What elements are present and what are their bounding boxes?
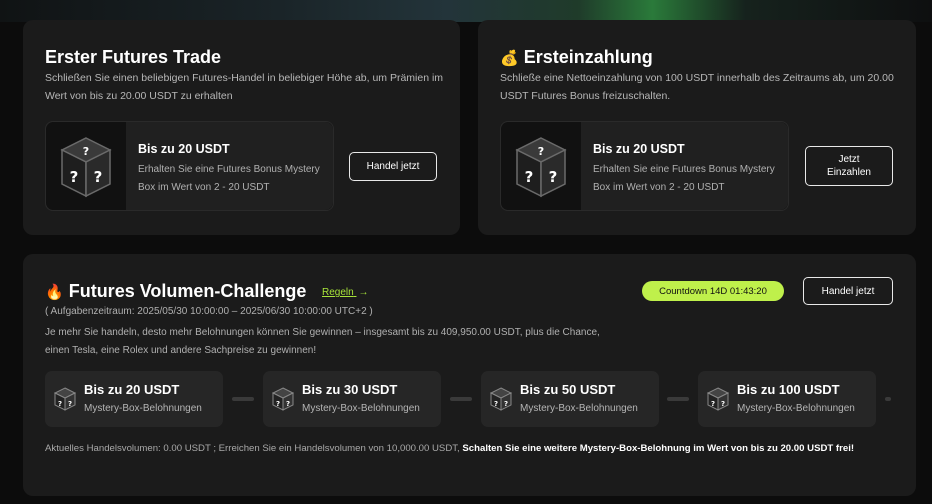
tier-connector bbox=[885, 397, 891, 401]
money-bag-icon: 💰 bbox=[500, 49, 519, 67]
first-deposit-card: 💰 Ersteinzahlung Schließe eine Nettoeinz… bbox=[478, 20, 916, 235]
trading-volume-text: Aktuelles Handelsvolumen: 0.00 USDT ; Er… bbox=[45, 443, 460, 454]
svg-text:?: ? bbox=[549, 168, 558, 186]
first-trade-reward-subtitle: Erhalten Sie eine Futures Bonus Mystery … bbox=[138, 164, 320, 193]
first-trade-title: Erster Futures Trade bbox=[45, 47, 222, 67]
volume-challenge-description: Je mehr Sie handeln, desto mehr Belohnun… bbox=[45, 327, 600, 356]
tier-card: ? ? Bis zu 20 USDT Mystery-Box-Belohnung… bbox=[45, 371, 223, 427]
svg-text:?: ? bbox=[58, 400, 62, 408]
svg-text:?: ? bbox=[538, 145, 544, 158]
svg-text:?: ? bbox=[721, 400, 725, 408]
first-trade-reward-title: Bis zu 20 USDT bbox=[138, 142, 230, 156]
tier-card: ? ? Bis zu 100 USDT Mystery-Box-Belohnun… bbox=[698, 371, 876, 427]
volume-challenge-title: Futures Volumen-Challenge bbox=[68, 281, 307, 301]
svg-text:?: ? bbox=[286, 400, 290, 408]
tier-subtitle: Mystery-Box-Belohnungen bbox=[302, 403, 420, 414]
hero-banner-strip bbox=[0, 0, 932, 22]
mystery-box-icon: ? ? ? bbox=[46, 122, 126, 210]
tier-subtitle: Mystery-Box-Belohnungen bbox=[520, 403, 638, 414]
fire-icon: 🔥 bbox=[45, 283, 64, 301]
challenge-trade-now-button[interactable]: Handel jetzt bbox=[803, 277, 893, 305]
first-trade-trade-now-button[interactable]: Handel jetzt bbox=[349, 152, 437, 181]
svg-text:?: ? bbox=[94, 168, 103, 186]
first-deposit-reward-title: Bis zu 20 USDT bbox=[593, 142, 685, 156]
mystery-box-icon: ? ? bbox=[706, 386, 730, 412]
volume-challenge-title-row: 🔥 Futures Volumen-Challenge bbox=[45, 281, 306, 302]
trading-volume-status: Aktuelles Handelsvolumen: 0.00 USDT ; Er… bbox=[45, 440, 885, 458]
tier-title: Bis zu 30 USDT bbox=[302, 382, 398, 397]
first-deposit-title: Ersteinzahlung bbox=[523, 47, 653, 67]
svg-text:?: ? bbox=[276, 400, 280, 408]
mystery-box-icon: ? ? bbox=[489, 386, 513, 412]
first-deposit-reward: ? ? ? Bis zu 20 USDT Erhalten Sie eine F… bbox=[500, 121, 789, 211]
svg-text:?: ? bbox=[525, 168, 534, 186]
tier-title: Bis zu 100 USDT bbox=[737, 382, 840, 397]
tier-connector bbox=[450, 397, 472, 401]
tier-title: Bis zu 20 USDT bbox=[84, 382, 180, 397]
mystery-box-icon: ? ? bbox=[53, 386, 77, 412]
tier-title: Bis zu 50 USDT bbox=[520, 382, 616, 397]
first-trade-reward: ? ? ? Bis zu 20 USDT Erhalten Sie eine F… bbox=[45, 121, 334, 211]
mystery-box-icon: ? ? ? bbox=[501, 122, 581, 210]
tier-subtitle: Mystery-Box-Belohnungen bbox=[84, 403, 202, 414]
svg-text:?: ? bbox=[711, 400, 715, 408]
tier-card: ? ? Bis zu 50 USDT Mystery-Box-Belohnung… bbox=[481, 371, 659, 427]
tier-card: ? ? Bis zu 30 USDT Mystery-Box-Belohnung… bbox=[263, 371, 441, 427]
first-deposit-title-row: 💰 Ersteinzahlung bbox=[500, 47, 653, 68]
rules-link[interactable]: Regeln → bbox=[322, 287, 368, 298]
first-trade-reward-info: Bis zu 20 USDT Erhalten Sie eine Futures… bbox=[126, 122, 333, 210]
svg-text:?: ? bbox=[68, 400, 72, 408]
first-trade-description: Schließen Sie einen beliebigen Futures-H… bbox=[45, 72, 444, 102]
first-trade-card: Erster Futures Trade Schließen Sie einen… bbox=[23, 20, 460, 235]
first-deposit-deposit-now-button[interactable]: Jetzt Einzahlen bbox=[805, 146, 893, 186]
arrow-right-icon: → bbox=[358, 287, 369, 298]
svg-text:?: ? bbox=[70, 168, 79, 186]
tier-subtitle: Mystery-Box-Belohnungen bbox=[737, 403, 855, 414]
first-deposit-description: Schließe eine Nettoeinzahlung von 100 US… bbox=[500, 72, 894, 102]
task-period: ( Aufgabenzeitraum: 2025/05/30 10:00:00 … bbox=[45, 306, 373, 317]
svg-text:?: ? bbox=[494, 400, 498, 408]
first-deposit-reward-info: Bis zu 20 USDT Erhalten Sie eine Futures… bbox=[581, 122, 788, 210]
svg-text:?: ? bbox=[83, 145, 89, 158]
rules-link-label[interactable]: Regeln bbox=[322, 287, 354, 298]
first-deposit-reward-subtitle: Erhalten Sie eine Futures Bonus Mystery … bbox=[593, 164, 775, 193]
mystery-box-icon: ? ? bbox=[271, 386, 295, 412]
countdown-badge: Countdown 14D 01:43:20 bbox=[642, 281, 784, 301]
unlock-reward-text: Schalten Sie eine weitere Mystery-Box-Be… bbox=[462, 443, 855, 454]
tier-connector bbox=[232, 397, 254, 401]
svg-text:?: ? bbox=[504, 400, 508, 408]
tier-connector bbox=[667, 397, 689, 401]
